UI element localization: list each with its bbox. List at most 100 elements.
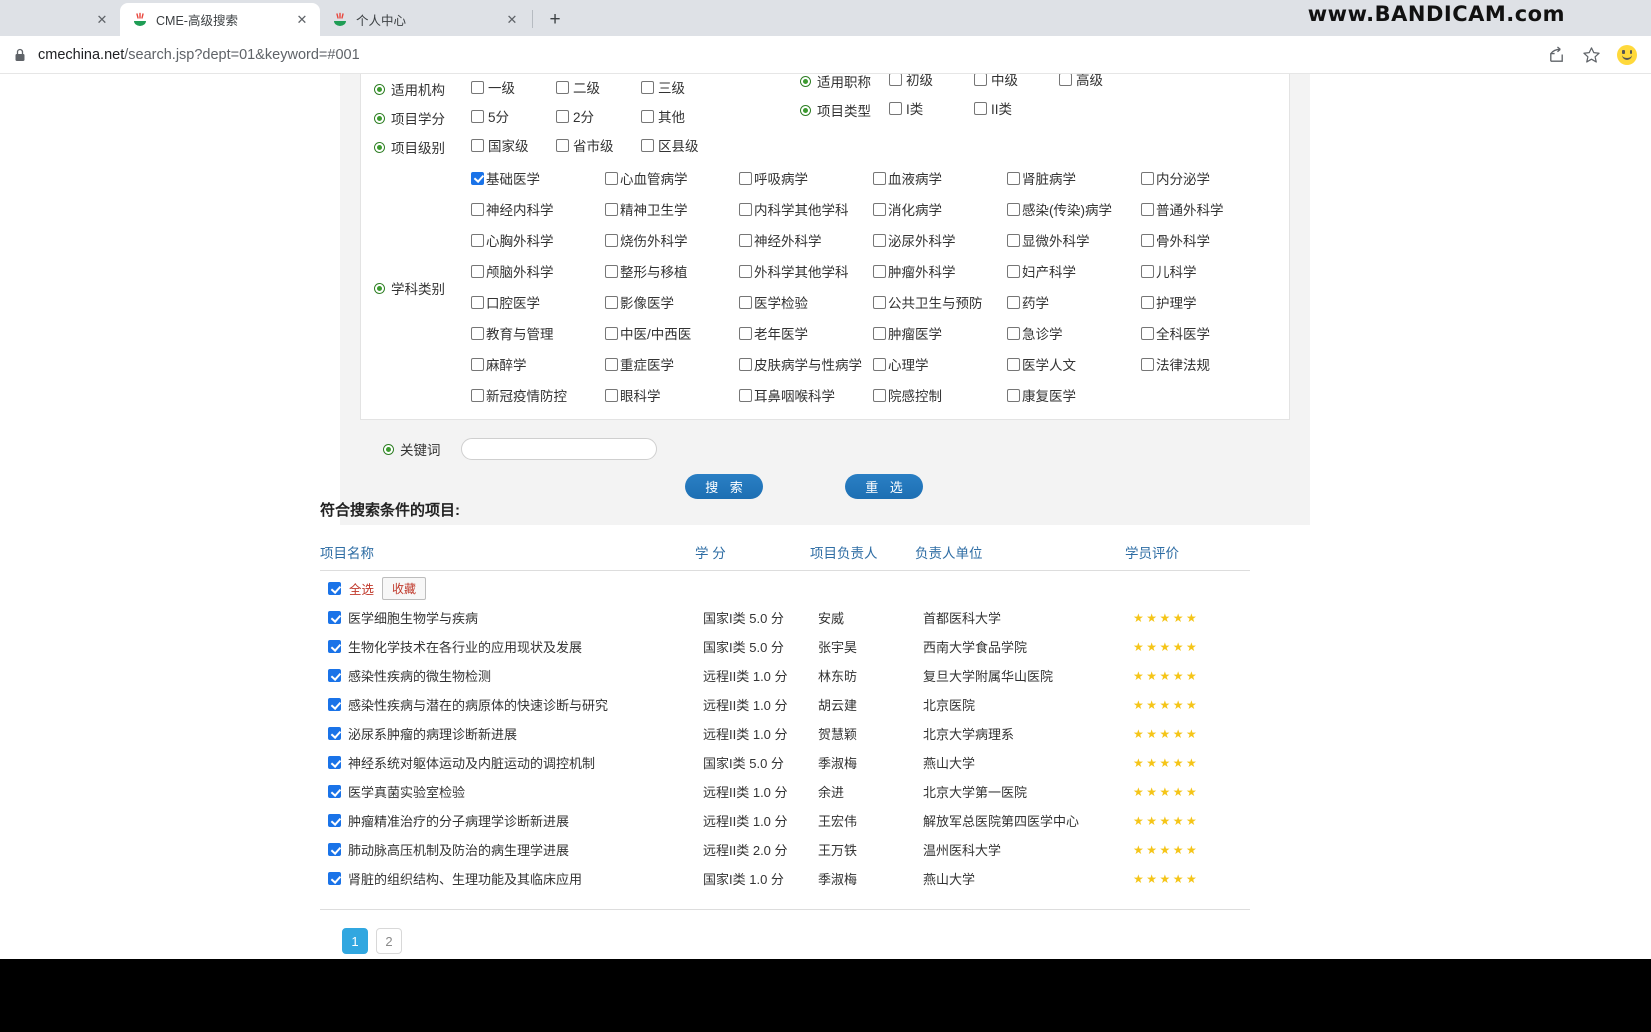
checkbox-icon[interactable]: [1007, 388, 1020, 402]
row-checkbox[interactable]: [328, 756, 341, 769]
row-checkbox[interactable]: [328, 785, 341, 798]
subject-checkbox-option[interactable]: 心理学: [873, 354, 1007, 374]
subject-checkbox-option[interactable]: 感染(传染)病学: [1007, 199, 1141, 219]
subject-checkbox-option[interactable]: 肾脏病学: [1007, 168, 1141, 188]
checkbox-option[interactable]: 区县级: [641, 135, 726, 155]
subject-checkbox-option[interactable]: 基础医学: [471, 168, 605, 188]
select-all-checkbox[interactable]: [328, 582, 341, 595]
checkbox-icon[interactable]: [471, 233, 484, 247]
checkbox-icon[interactable]: [739, 233, 752, 247]
row-project-name[interactable]: 神经系统对躯体运动及内脏运动的调控机制: [348, 753, 595, 772]
checkbox-option[interactable]: 5分: [471, 106, 556, 126]
search-button[interactable]: 搜 索: [685, 474, 763, 499]
checkbox-icon[interactable]: [605, 326, 618, 340]
row-checkbox[interactable]: [328, 611, 341, 624]
checkbox-icon[interactable]: [873, 295, 886, 309]
row-checkbox[interactable]: [328, 872, 341, 885]
row-project-name[interactable]: 肾脏的组织结构、生理功能及其临床应用: [348, 869, 582, 888]
checkbox-icon[interactable]: [605, 264, 618, 278]
checkbox-icon[interactable]: [556, 80, 569, 94]
subject-checkbox-option[interactable]: 医学检验: [739, 292, 873, 312]
subject-checkbox-option[interactable]: 护理学: [1141, 292, 1275, 312]
subject-checkbox-option[interactable]: 康复医学: [1007, 385, 1141, 405]
checkbox-option[interactable]: 二级: [556, 77, 641, 97]
checkbox-icon[interactable]: [739, 264, 752, 278]
subject-checkbox-option[interactable]: 外科学其他学科: [739, 261, 873, 281]
subject-checkbox-option[interactable]: 肿瘤外科学: [873, 261, 1007, 281]
column-header-owner[interactable]: 项目负责人: [810, 542, 915, 562]
bookmark-star-icon[interactable]: [1582, 46, 1601, 65]
subject-checkbox-option[interactable]: 烧伤外科学: [605, 230, 739, 250]
subject-checkbox-option[interactable]: 重症医学: [605, 354, 739, 374]
row-checkbox[interactable]: [328, 698, 341, 711]
column-header-name[interactable]: 项目名称: [320, 542, 695, 562]
subject-checkbox-option[interactable]: 妇产科学: [1007, 261, 1141, 281]
checkbox-icon[interactable]: [1141, 357, 1154, 371]
reset-button[interactable]: 重 选: [845, 474, 923, 499]
subject-checkbox-option[interactable]: 整形与移植: [605, 261, 739, 281]
profile-smiley-icon[interactable]: [1617, 45, 1637, 65]
checkbox-icon[interactable]: [873, 264, 886, 278]
subject-checkbox-option[interactable]: 儿科学: [1141, 261, 1275, 281]
checkbox-option[interactable]: 初级: [889, 74, 974, 89]
subject-checkbox-option[interactable]: 泌尿外科学: [873, 230, 1007, 250]
checkbox-icon[interactable]: [471, 357, 484, 371]
column-header-unit[interactable]: 负责人单位: [915, 542, 1125, 562]
checkbox-icon[interactable]: [641, 109, 654, 123]
subject-checkbox-option[interactable]: 神经内科学: [471, 199, 605, 219]
row-project-name[interactable]: 感染性疾病与潜在的病原体的快速诊断与研究: [348, 695, 608, 714]
checkbox-icon[interactable]: [1007, 264, 1020, 278]
checkbox-icon[interactable]: [605, 388, 618, 402]
checkbox-icon[interactable]: [1007, 357, 1020, 371]
checkbox-icon[interactable]: [1007, 295, 1020, 309]
subject-checkbox-option[interactable]: 神经外科学: [739, 230, 873, 250]
subject-checkbox-option[interactable]: 心胸外科学: [471, 230, 605, 250]
row-project-name[interactable]: 医学真菌实验室检验: [348, 782, 465, 801]
checkbox-icon[interactable]: [873, 326, 886, 340]
subject-checkbox-option[interactable]: 院感控制: [873, 385, 1007, 405]
checkbox-icon[interactable]: [873, 171, 886, 185]
checkbox-icon[interactable]: [471, 202, 484, 216]
checkbox-icon[interactable]: [1007, 202, 1020, 216]
checkbox-icon[interactable]: [1007, 326, 1020, 340]
subject-checkbox-option[interactable]: 急诊学: [1007, 323, 1141, 343]
checkbox-option[interactable]: 省市级: [556, 135, 641, 155]
checkbox-icon[interactable]: [1141, 233, 1154, 247]
subject-checkbox-option[interactable]: 老年医学: [739, 323, 873, 343]
checkbox-option[interactable]: 国家级: [471, 135, 556, 155]
checkbox-icon[interactable]: [471, 138, 484, 152]
subject-checkbox-option[interactable]: 血液病学: [873, 168, 1007, 188]
subject-checkbox-option[interactable]: 颅脑外科学: [471, 261, 605, 281]
subject-checkbox-option[interactable]: 内科学其他学科: [739, 199, 873, 219]
row-checkbox[interactable]: [328, 669, 341, 682]
subject-checkbox-option[interactable]: 新冠疫情防控: [471, 385, 605, 405]
checkbox-icon[interactable]: [1141, 295, 1154, 309]
row-project-name[interactable]: 肿瘤精准治疗的分子病理学诊断新进展: [348, 811, 569, 830]
checkbox-option[interactable]: 中级: [974, 74, 1059, 89]
favorite-button[interactable]: 收藏: [382, 577, 427, 600]
subject-checkbox-option[interactable]: 眼科学: [605, 385, 739, 405]
checkbox-icon[interactable]: [739, 171, 752, 185]
subject-checkbox-option[interactable]: 内分泌学: [1141, 168, 1275, 188]
subject-checkbox-option[interactable]: 心血管病学: [605, 168, 739, 188]
checkbox-icon[interactable]: [739, 357, 752, 371]
subject-checkbox-option[interactable]: 中医/中西医: [605, 323, 739, 343]
subject-checkbox-option[interactable]: 影像医学: [605, 292, 739, 312]
checkbox-icon[interactable]: [873, 357, 886, 371]
subject-checkbox-option[interactable]: 教育与管理: [471, 323, 605, 343]
checkbox-icon[interactable]: [471, 326, 484, 340]
checkbox-option[interactable]: 一级: [471, 77, 556, 97]
subject-checkbox-option[interactable]: 公共卫生与预防: [873, 292, 1007, 312]
row-project-name[interactable]: 医学细胞生物学与疾病: [348, 608, 478, 627]
checkbox-option[interactable]: I类: [889, 98, 974, 118]
subject-checkbox-option[interactable]: 呼吸病学: [739, 168, 873, 188]
subject-checkbox-option[interactable]: 口腔医学: [471, 292, 605, 312]
subject-checkbox-option[interactable]: 耳鼻咽喉科学: [739, 385, 873, 405]
checkbox-icon[interactable]: [556, 138, 569, 152]
checkbox-icon[interactable]: [471, 80, 484, 94]
checkbox-icon[interactable]: [889, 101, 902, 115]
browser-tab-0[interactable]: ✕: [0, 3, 120, 36]
checkbox-icon[interactable]: [889, 74, 902, 86]
subject-checkbox-option[interactable]: 皮肤病学与性病学: [739, 354, 873, 374]
checkbox-option[interactable]: 高级: [1059, 74, 1144, 89]
